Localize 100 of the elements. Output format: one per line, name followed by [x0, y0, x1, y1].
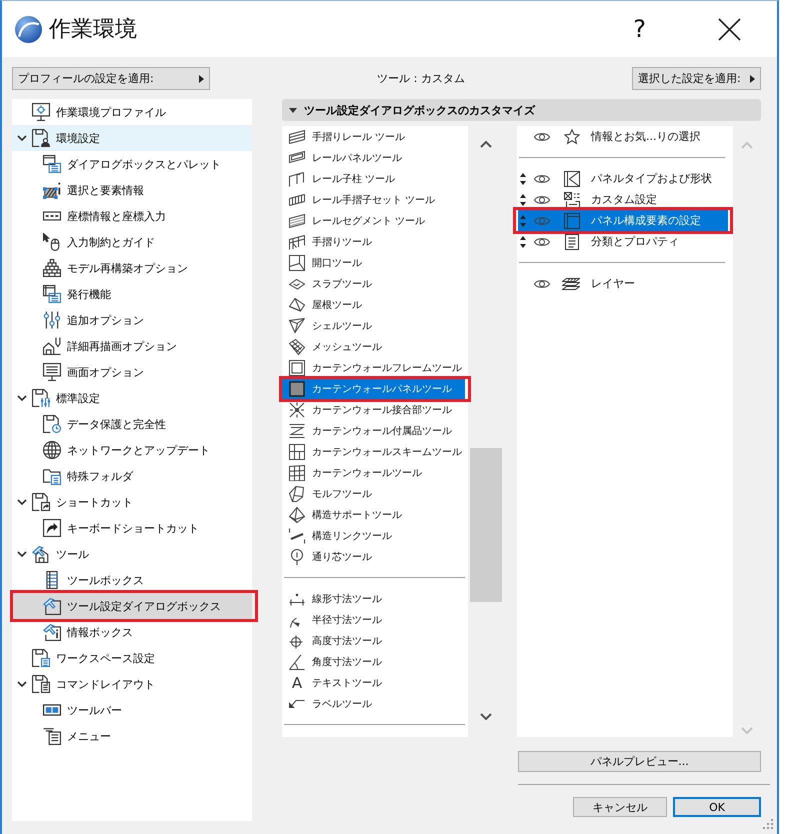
hammer-info-icon	[43, 623, 61, 641]
panel-preview-button[interactable]: パネルプレビュー...	[518, 751, 761, 772]
cursor-mouse-icon	[43, 233, 61, 251]
section-header[interactable]: ツール設定ダイアログボックスのカスタマイズ	[282, 99, 761, 121]
tool-list-item[interactable]: レールパネルツール	[282, 147, 465, 168]
tree-item[interactable]: ワークスペース設定	[12, 645, 252, 671]
panel-list-item[interactable]: 情報とお気...りの選択	[518, 126, 728, 147]
tree-item[interactable]: 標準設定	[12, 385, 252, 411]
panel-list-item[interactable]: 分類とプロパティ	[518, 231, 728, 252]
tool-list-item[interactable]: カーテンウォールフレームツール	[282, 357, 465, 378]
tree-item[interactable]: 情報ボックス	[12, 619, 252, 645]
eye-icon[interactable]	[534, 130, 550, 142]
floppy-clock-icon	[43, 415, 61, 433]
tree-item[interactable]: 作業環境プロファイル	[12, 99, 252, 125]
tree-item[interactable]: 追加オプション	[12, 307, 252, 333]
help-button[interactable]: ?	[633, 16, 646, 42]
tool-list-item[interactable]: シェルツール	[282, 315, 465, 336]
close-icon[interactable]	[718, 18, 741, 40]
tree-item[interactable]: ツールボックス	[12, 567, 252, 593]
tool-list-item[interactable]: 構造リンクツール	[282, 525, 465, 546]
tree-item[interactable]: 入力制約とガイド	[12, 229, 252, 255]
up-down-arrows-icon[interactable]	[520, 236, 526, 248]
angle-dimension-icon	[289, 654, 305, 670]
tool-list-item[interactable]: カーテンウォール接合部ツール	[282, 399, 465, 420]
tool-list-item[interactable]: 通り芯ツール	[282, 546, 465, 567]
chevron-down-icon[interactable]	[17, 551, 27, 557]
status-text: ツール : カスタム	[376, 71, 466, 86]
resize-grip-icon[interactable]	[762, 818, 774, 830]
tree-item[interactable]: 環境設定	[12, 125, 252, 151]
label-arrow-icon	[289, 699, 305, 708]
tree-item[interactable]: ツール	[12, 541, 252, 567]
window-title: 作業環境	[49, 16, 137, 44]
chevron-down-icon[interactable]	[17, 681, 27, 687]
eye-icon[interactable]	[534, 278, 550, 290]
tree-item[interactable]: 発行機能	[12, 281, 252, 307]
tool-list-item[interactable]: モルフツール	[282, 483, 465, 504]
dialog-button[interactable]: キャンセル	[573, 797, 667, 817]
monitor-gear-icon	[32, 103, 50, 121]
tree-item[interactable]: ツールバー	[12, 697, 252, 723]
chevron-down-icon[interactable]	[480, 713, 492, 721]
tree-item[interactable]: 画面オプション	[12, 359, 252, 385]
tool-list-item[interactable]: スラブツール	[282, 273, 465, 294]
tool-list-item[interactable]: レール子柱 ツール	[282, 168, 465, 189]
tree-item[interactable]: ネットワークとアップデート	[12, 437, 252, 463]
tool-list-item[interactable]: A テキストツール	[282, 672, 465, 693]
tool-list-item[interactable]: 高度寸法ツール	[282, 630, 465, 651]
house-pen-icon	[43, 337, 61, 355]
tool-list-item[interactable]: 半径寸法ツール	[282, 609, 465, 630]
floppy-arrow-icon	[32, 493, 50, 511]
tree-item[interactable]: 詳細再描画オプション	[12, 333, 252, 359]
tool-list-item[interactable]: ラベルツール	[282, 693, 465, 714]
tool-list-item[interactable]: 屋根ツール	[282, 294, 465, 315]
triangle-down-icon[interactable]	[289, 108, 297, 112]
scrollbar-thumb[interactable]	[470, 448, 502, 602]
eye-icon[interactable]	[534, 172, 550, 184]
chevron-down-icon[interactable]	[17, 395, 27, 401]
tool-list-item[interactable]: カーテンウォールスキームツール	[282, 441, 465, 462]
tool-list-item[interactable]: レールセグメント ツール	[282, 210, 465, 231]
tree-item[interactable]: ショートカット	[12, 489, 252, 515]
tree-item[interactable]: コマンドレイアウト	[12, 671, 252, 697]
chevron-down-icon[interactable]	[17, 135, 27, 141]
tree-item[interactable]: データ保護と完全性	[12, 411, 252, 437]
chevron-up-icon[interactable]	[480, 140, 492, 148]
up-down-arrows-icon[interactable]	[520, 172, 526, 184]
apply-profile-button[interactable]: プロフィールの設定を適用:	[12, 67, 210, 90]
eye-icon[interactable]	[534, 194, 550, 206]
tool-list-item[interactable]: レール手摺子セット ツール	[282, 189, 465, 210]
tree-item[interactable]: メニュー	[12, 723, 252, 749]
up-down-arrows-icon[interactable]	[520, 194, 526, 206]
panel-list-item[interactable]: パネルタイプおよび形状	[518, 168, 728, 189]
tool-list-item[interactable]: 線形寸法ツール	[282, 588, 465, 609]
apply-selected-button[interactable]: 選択した設定を適用:	[632, 67, 761, 90]
tool-list-item[interactable]: 手摺りレール ツール	[282, 126, 465, 147]
panel-list-item[interactable]: カスタム設定	[518, 189, 728, 210]
chevron-up-icon	[741, 141, 753, 149]
tool-list-item[interactable]: メッシュツール	[282, 336, 465, 357]
tree-item[interactable]: 座標情報と座標入力	[12, 203, 252, 229]
tree-item[interactable]: ダイアログボックスとパレット	[12, 151, 252, 177]
tool-list-item[interactable]: カーテンウォールツール	[282, 462, 465, 483]
tree-item[interactable]: キーボードショートカット	[12, 515, 252, 541]
tree-item[interactable]: 特殊フォルダ	[12, 463, 252, 489]
dialog-button[interactable]: OK	[673, 797, 761, 817]
grid-bubble-icon	[289, 548, 305, 564]
tool-list-item[interactable]: 構造サポートツール	[282, 504, 465, 525]
square-frame-icon	[289, 360, 305, 376]
tree-item[interactable]: 選択と要素情報	[12, 177, 252, 203]
panel-list-item[interactable]: レイヤー	[518, 273, 728, 294]
tool-list-item[interactable]: 開口ツール	[282, 252, 465, 273]
floppy-document-icon	[32, 675, 50, 693]
crosshair-icon	[289, 632, 305, 648]
chevron-down-icon[interactable]	[17, 499, 27, 505]
windows-list-icon	[43, 155, 61, 173]
globe-icon	[43, 441, 61, 459]
tree-item[interactable]: モデル再構築オプション	[12, 255, 252, 281]
tool-list-item[interactable]: カーテンウォール付属品ツール	[282, 420, 465, 441]
tool-list-item[interactable]: 角度寸法ツール	[282, 651, 465, 672]
eye-icon[interactable]	[534, 236, 550, 248]
floppy-list-icon	[32, 649, 50, 667]
app-logo-icon	[15, 16, 42, 42]
tool-list-item[interactable]: 手摺りツール	[282, 231, 465, 252]
